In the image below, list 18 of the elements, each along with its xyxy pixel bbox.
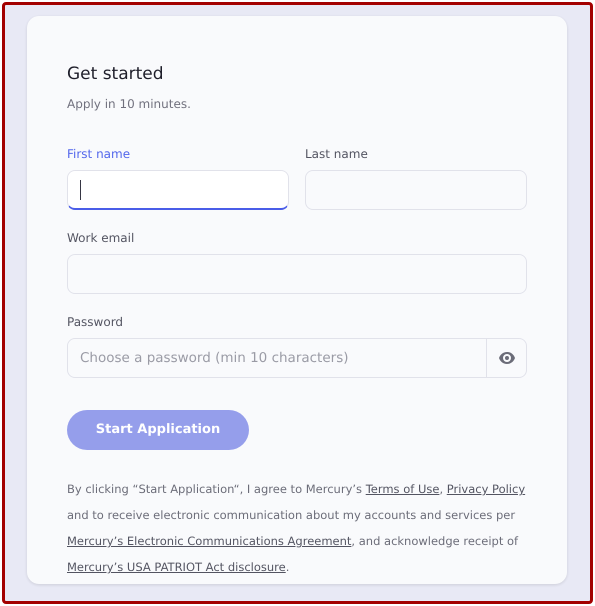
field-label: First name xyxy=(67,146,132,162)
text-field[interactable] xyxy=(67,170,289,210)
form-subtitle: Apply in 10 minutes. xyxy=(67,96,192,112)
field-label: Password xyxy=(67,314,124,330)
text-field[interactable] xyxy=(67,254,527,294)
field-label: Work email xyxy=(67,230,136,246)
legal-link[interactable]: Mercury’s Electronic Communications Agreement xyxy=(67,534,352,548)
text-field[interactable] xyxy=(305,170,527,210)
show-password-button[interactable] xyxy=(487,338,527,378)
legal-text: By clicking “Start Application“, I agree to Mercury’s Terms of Use, Privacy Policy and to receive electronic communication about my accounts and services per Mercury’s Electronic Communications Agreement, and acknowledge receipt of Mercury’s USA PATRIOT Act disclosure. xyxy=(67,481,526,576)
text-cursor xyxy=(80,180,81,200)
legal-link[interactable]: Privacy Policy xyxy=(446,482,526,496)
field-label: Last name xyxy=(305,146,369,162)
legal-link[interactable]: Mercury’s USA PATRIOT Act disclosure xyxy=(67,560,286,574)
password-field[interactable]: Choose a password (min 10 characters) xyxy=(67,338,487,378)
legal-link[interactable]: Terms of Use xyxy=(366,482,440,496)
eye-icon xyxy=(498,352,514,364)
form-title: Get started xyxy=(67,63,165,86)
